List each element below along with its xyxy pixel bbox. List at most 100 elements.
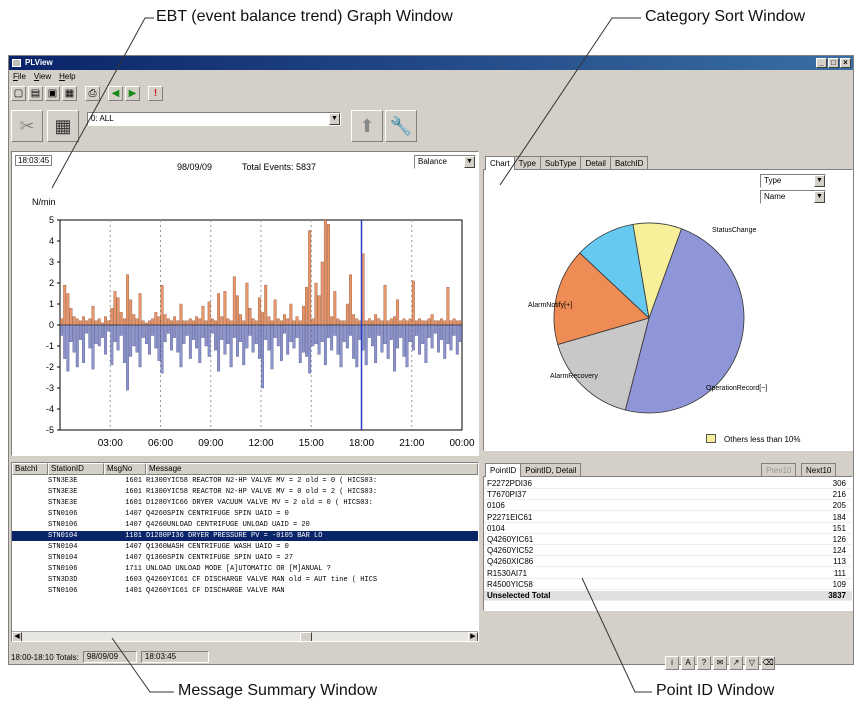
info-icon[interactable]: i [665,656,679,670]
point-count-cell: 124 [832,546,846,556]
prev10-button[interactable]: Prev10 [761,463,797,477]
col-msgno[interactable]: MsgNo [104,463,146,475]
point-row[interactable]: T7670PI37 216 [484,490,852,501]
tab-batchid[interactable]: BatchID [609,156,649,170]
message-msgno-cell: 1407 [125,521,142,529]
bar-positive [396,299,400,326]
filter-icon[interactable]: ▽ [745,656,759,670]
tab-subtype[interactable]: SubType [539,156,582,170]
message-text-cell: D1280PI36 DRYER PRESSURE PV = -0105 BAR … [146,532,323,540]
point-row[interactable]: 0106 205 [484,501,852,512]
tab-chart[interactable]: Chart [485,156,515,170]
message-row[interactable]: STN3D3D 1603 Q4260YIC61 CF DISCHARGE VALVE… [12,575,478,585]
message-row[interactable]: STN3E3E 1601 D1280YIC66 DRYER VACUUM VALVE… [12,498,478,508]
total-count: 3837 [828,591,846,600]
y-tick-label: 5 [49,215,54,225]
filter-select[interactable]: 0: ALL ▼ [87,112,341,126]
bar-positive [333,291,337,326]
message-table-header: BatchI StationID MsgNo Message [12,463,478,475]
filter-select-value: 0: ALL [91,114,114,123]
find-icon[interactable]: ? [697,656,711,670]
open-file-icon[interactable]: ▤ [28,85,43,101]
bar-negative [273,324,277,338]
bar-positive [355,318,359,326]
alert-icon[interactable]: ! [148,85,163,101]
bar-positive [166,318,170,326]
message-row[interactable]: STN3E3E 1601 R1300YIC58 REACTOR N2-HP VALV… [12,476,478,486]
wrench-icon[interactable]: 🔧 [385,110,417,142]
bar-negative [166,324,170,334]
y-tick-label: -1 [46,341,54,351]
col-message[interactable]: Message [146,463,478,475]
chart-icon[interactable]: ↗ [729,656,743,670]
bar-negative [157,324,161,361]
menu-help[interactable]: Help [59,70,75,83]
scroll-left-icon[interactable]: ◀ [12,632,22,641]
maximize-button[interactable]: □ [828,58,839,68]
font-icon[interactable]: A [681,656,695,670]
message-text-cell: Q4260YIC61 CF DISCHARGE VALVE MAN [146,587,285,595]
bar-positive [226,318,230,326]
message-row[interactable]: STN3E3E 1601 R1300YIC58 REACTOR N2-HP VALV… [12,487,478,497]
chevron-down-icon[interactable]: ▼ [329,113,340,125]
up-arrow-icon[interactable]: ⬆ [351,110,383,142]
bar-negative [430,324,434,349]
next10-button[interactable]: Next10 [801,463,837,477]
scroll-right-icon[interactable]: ▶ [468,632,478,641]
point-id-cell: Q4260YIC61 [487,535,534,544]
tab-type[interactable]: Type [513,156,541,170]
scissors-icon[interactable]: ✂ [11,110,43,142]
bar-negative [261,324,264,389]
bar-negative [402,324,406,357]
minimize-button[interactable]: _ [816,58,827,68]
col-stationid[interactable]: StationID [48,463,104,475]
tab-detail[interactable]: Detail [580,156,611,170]
message-row[interactable]: STN0106 1401 Q4260YIC61 CF DISCHARGE VALVE… [12,586,478,596]
app-icon [12,59,21,67]
scroll-thumb[interactable] [300,632,312,641]
print-icon[interactable]: ⎙ [85,85,100,101]
forward-arrow-icon[interactable]: ▶ [125,85,140,101]
point-row[interactable]: Q4260YIC52 124 [484,546,852,557]
bar-positive [437,320,440,326]
save-all-icon[interactable]: ▦ [62,85,77,101]
message-row[interactable]: STN0106 1407 Q4260SPIN CENTRIFUGE SPIN UAI… [12,509,478,519]
back-arrow-icon[interactable]: ◀ [108,85,123,101]
point-row[interactable]: F2272PDI36 306 [484,479,852,489]
message-hscrollbar[interactable]: ◀ ▶ [12,631,478,641]
erase-icon[interactable]: ⌫ [761,656,775,670]
point-row[interactable]: R1530AI71 111 [484,569,852,579]
bar-positive [236,295,239,326]
tab-pointid[interactable]: PointID [485,463,522,477]
message-row[interactable]: STN0104 1407 Q1360SPIN CENTRIFUGE SPIN UAI… [12,553,478,563]
table-view-icon[interactable]: ▦ [47,110,79,142]
point-row[interactable]: Q4260YIC61 126 [484,535,852,545]
point-id-cell: R4500YIC58 [487,579,533,589]
save-icon[interactable]: ▣ [45,85,60,101]
message-station-cell: STN0104 [48,543,78,551]
close-button[interactable]: × [840,58,851,68]
message-row[interactable]: STN0106 1711 UNLOAD UNLOAD MODE [A]UTOMATI… [12,564,478,574]
menu-view[interactable]: View [34,70,51,83]
message-msgno-cell: 1601 [125,499,142,507]
bar-positive [389,318,393,326]
message-row[interactable]: STN0104 1101 D1280PI36 DRYER PRESSURE PV =… [12,531,478,541]
message-text-cell: Q4260YIC61 CF DISCHARGE VALVE MAN old = … [146,576,378,584]
point-row[interactable]: P2271EIC61 184 [484,513,852,523]
point-row[interactable]: 0104 151 [484,524,852,534]
point-row[interactable]: R4500YIC58 109 [484,580,852,590]
tab-pointid-detail[interactable]: PointID, Detail [520,463,582,477]
message-row[interactable]: STN0104 1407 Q1360WASH CENTRIFUGE WASH UAI… [12,542,478,552]
mail-icon[interactable]: ✉ [713,656,727,670]
bar-positive [418,318,422,326]
bar-positive [232,276,236,326]
message-row[interactable]: STN0106 1407 Q4260UNLOAD CENTRIFUGE UNLOAD… [12,520,478,530]
point-id-pane: F2272PDI36 306 T7670PI37 216 0106 205 P2271EIC… [483,476,853,611]
bar-positive [63,284,67,326]
message-station-cell: STN0106 [48,565,78,573]
new-file-icon[interactable]: ▢ [11,85,26,101]
col-batchid[interactable]: BatchI [12,463,48,475]
bar-positive [402,318,406,326]
menu-file[interactable]: File [13,70,26,83]
point-row[interactable]: Q4260XIC86 113 [484,557,852,568]
